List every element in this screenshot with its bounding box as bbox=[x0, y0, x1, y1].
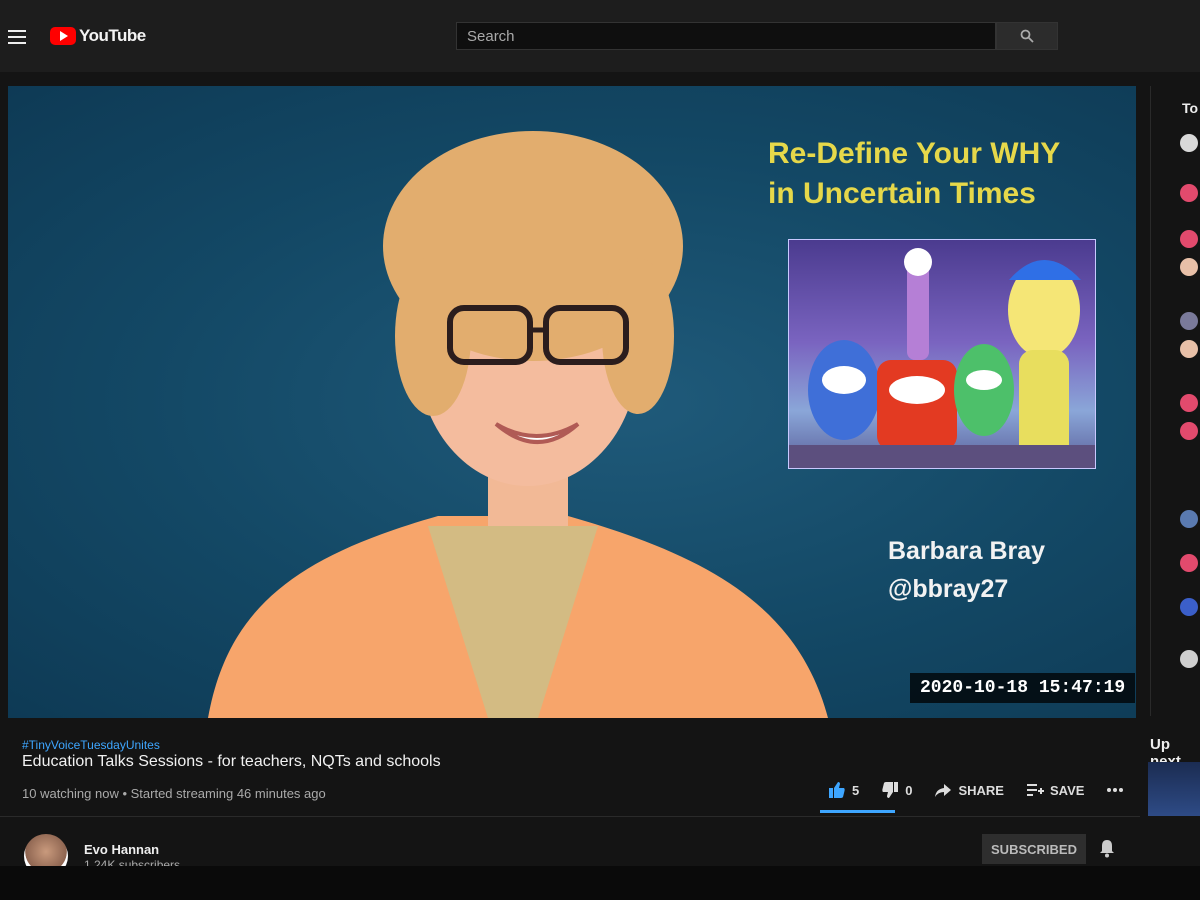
logo-text: YouTube bbox=[79, 26, 146, 45]
stream-timestamp: 2020-10-18 15:47:19 bbox=[910, 673, 1136, 703]
chat-avatar bbox=[1180, 598, 1198, 616]
slide-illustration bbox=[788, 239, 1096, 469]
search-icon bbox=[1020, 29, 1034, 43]
save-label: SAVE bbox=[1049, 782, 1085, 798]
dislike-count: 0 bbox=[905, 782, 913, 798]
speaker-caption: Barbara Bray @bbray27 bbox=[888, 532, 1045, 608]
chat-avatar bbox=[1180, 230, 1198, 248]
slide-title-line2: in Uncertain Times bbox=[768, 177, 1036, 210]
dislike-button[interactable]: 0 bbox=[881, 781, 912, 799]
bell-icon bbox=[1100, 840, 1114, 858]
play-logo-icon bbox=[50, 27, 76, 45]
slide-title: Re-Define Your WHY in Uncertain Times bbox=[768, 134, 1128, 214]
subscribe-button[interactable]: SUBSCRIBED bbox=[982, 834, 1086, 864]
chat-avatar bbox=[1180, 312, 1198, 330]
sidebar-divider bbox=[1150, 86, 1151, 716]
video-title: Education Talks Sessions - for teachers,… bbox=[22, 753, 441, 770]
top-bar: YouTube bbox=[0, 0, 1200, 72]
channel-name[interactable]: Evo Hannan bbox=[84, 842, 159, 857]
chat-avatar bbox=[1180, 258, 1198, 276]
chat-avatar bbox=[1180, 422, 1198, 440]
slide-title-line1: Re-Define Your WHY bbox=[768, 137, 1061, 170]
action-bar: 5 0 SHARE SAVE bbox=[828, 780, 1146, 800]
chat-header[interactable]: To bbox=[1182, 100, 1198, 116]
cartoon-characters-illustration bbox=[789, 248, 1095, 468]
more-horizontal-icon bbox=[1107, 788, 1124, 792]
monitor-bezel bbox=[0, 866, 1200, 900]
share-button[interactable]: SHARE bbox=[934, 781, 1004, 799]
like-ratio-bar bbox=[820, 810, 895, 813]
search-input[interactable] bbox=[456, 22, 996, 50]
youtube-logo[interactable]: YouTube bbox=[50, 26, 146, 46]
divider bbox=[0, 816, 1140, 817]
chat-avatar bbox=[1180, 184, 1198, 202]
video-meta: 10 watching now • Started streaming 46 m… bbox=[22, 786, 326, 801]
more-actions-button[interactable] bbox=[1106, 787, 1124, 793]
playlist-add-icon bbox=[1026, 784, 1044, 796]
save-button[interactable]: SAVE bbox=[1026, 781, 1084, 799]
video-player[interactable]: Re-Define Your WHY in Uncertain Times Ba… bbox=[8, 86, 1136, 718]
chat-avatar bbox=[1180, 510, 1198, 528]
chat-avatar bbox=[1180, 134, 1198, 152]
emoji-icon[interactable] bbox=[1180, 650, 1198, 668]
speaker-name: Barbara Bray bbox=[888, 537, 1046, 565]
thumbs-down-icon bbox=[882, 782, 899, 798]
thumbs-up-icon bbox=[829, 782, 845, 798]
up-next-thumbnail[interactable] bbox=[1148, 762, 1200, 816]
chat-avatar bbox=[1180, 394, 1198, 412]
notification-bell-button[interactable] bbox=[1098, 838, 1116, 863]
hamburger-menu-icon[interactable] bbox=[8, 30, 26, 44]
hashtag-link[interactable]: #TinyVoiceTuesdayUnites bbox=[22, 738, 160, 752]
speaker-handle: @bbray27 bbox=[888, 575, 1009, 603]
search-button[interactable] bbox=[996, 22, 1058, 50]
share-arrow-icon bbox=[935, 784, 952, 797]
chat-avatar bbox=[1180, 554, 1198, 572]
chat-avatar bbox=[1180, 340, 1198, 358]
share-label: SHARE bbox=[958, 782, 1004, 798]
like-button[interactable]: 5 bbox=[828, 781, 859, 799]
like-count: 5 bbox=[852, 782, 860, 798]
